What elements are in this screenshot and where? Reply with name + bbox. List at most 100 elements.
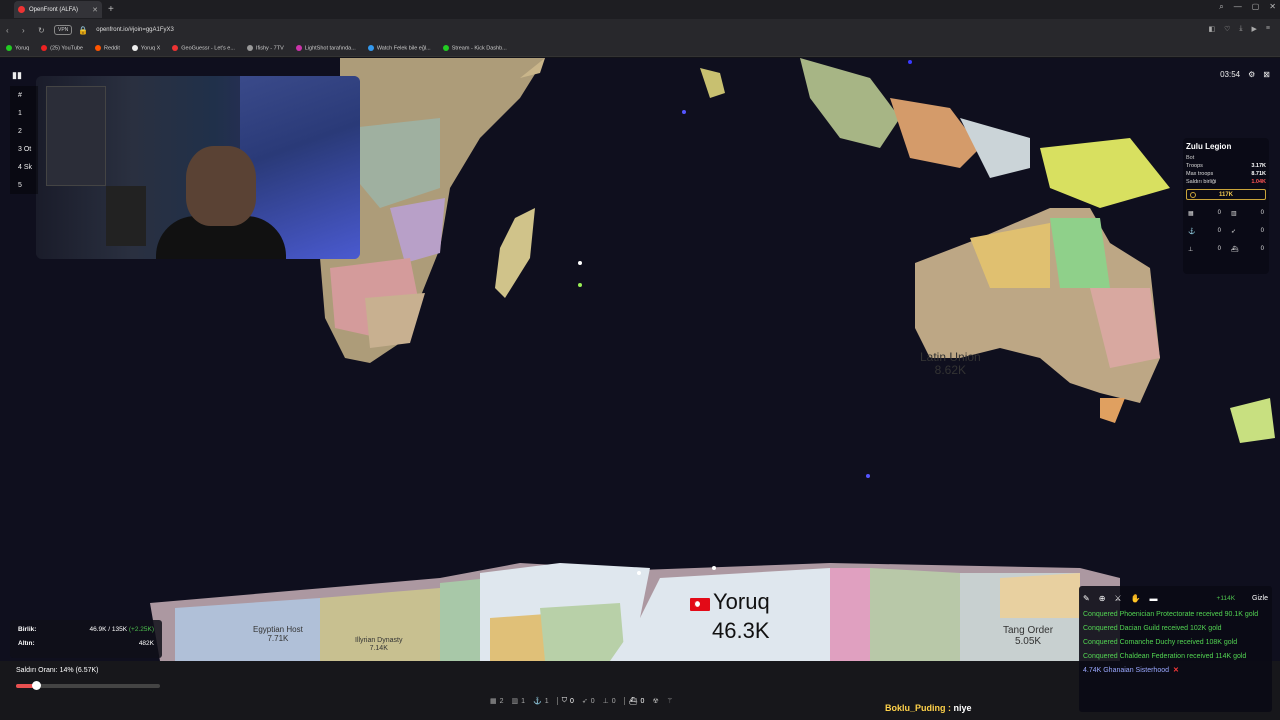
leaderboard-row[interactable]: 4 Sk (10, 158, 38, 176)
events-panel: ✎ ⊕ ⚔ ✋ ▬ +114K Gizle Conquered Phoenici… (1079, 586, 1272, 712)
chat-icon[interactable]: ▬ (1150, 594, 1158, 603)
chat-text: niye (953, 703, 972, 713)
player-panel-type: Bot (1186, 155, 1195, 161)
bookmarks-bar: Yoruq (25) YouTube Reddit Yoruq X GeoGue… (0, 41, 1280, 57)
back-icon[interactable]: ‹ (6, 26, 16, 35)
slider-knob[interactable] (32, 681, 42, 690)
leaderboard: # 1 2 3 Ot 4 Sk 5 (10, 86, 38, 216)
leaderboard-icon[interactable]: ▮▮ (12, 70, 22, 81)
camera-icon[interactable]: ◧ (1209, 25, 1216, 33)
browser-tab[interactable]: OpenFront (ALFA) ✕ (14, 1, 102, 18)
sam-icon: ⊥ (1188, 246, 1194, 253)
build-warship[interactable]: ⛴ 0 (623, 697, 644, 705)
forward-icon[interactable]: › (22, 26, 32, 35)
top-right-controls: 03:54 ⚙ ⊠ (1220, 70, 1270, 79)
menu-icon[interactable]: ≡ (1266, 25, 1270, 33)
shield-icon: ⛉ (561, 697, 567, 704)
address-bar: ‹ › ↻ VPN 🔒 openfront.io/#join=ggA1FyX3 … (0, 19, 1280, 41)
build-port[interactable]: ⚓ 1 (533, 697, 549, 706)
sword-icon[interactable]: ⚔ (1114, 594, 1121, 603)
anchor-icon: ⚓ (1188, 228, 1196, 235)
leaderboard-row[interactable]: 2 (10, 122, 38, 140)
warship-icon: ⛴ (1231, 246, 1239, 253)
bookmark-item[interactable]: Watch Felek bile eğl... (367, 45, 431, 52)
warship-count: ⛴ 0 (1231, 246, 1264, 253)
download-icon[interactable]: ⤓ (1239, 25, 1242, 33)
build-nuke[interactable]: ☢ (652, 697, 658, 705)
game-timer: 03:54 (1220, 70, 1241, 79)
bookmark-item[interactable]: Reddit (95, 45, 120, 52)
globe-icon[interactable]: ⊕ (1099, 594, 1106, 603)
port-count: ⚓ 0 (1188, 228, 1221, 235)
browser-tabbar: OpenFront (ALFA) ✕ + ⌕ — ▢ ✕ (0, 0, 1280, 19)
city-icon: ▦ (490, 698, 497, 705)
exit-icon[interactable]: ⊠ (1263, 70, 1270, 79)
close-window-icon[interactable]: ✕ (1269, 2, 1276, 12)
attack-ratio-slider[interactable] (16, 681, 160, 690)
build-city[interactable]: ▦ 2 (490, 697, 504, 706)
heart-icon[interactable]: ♡ (1224, 25, 1230, 33)
build-factory[interactable]: ▥ 1 (511, 697, 526, 706)
map-label-latin: Latin Union 8.62K (920, 350, 981, 377)
event-item: Conquered Comanche Duchy received 108K g… (1083, 639, 1238, 646)
pencil-icon[interactable]: ✎ (1083, 594, 1090, 603)
city-icon: ▦ (1188, 210, 1194, 217)
attack-ratio-label: Saldırı Oranı: 14% (6.57K) (16, 667, 99, 674)
nuke-icon: ☢ (652, 698, 659, 705)
gold-gain: +114K (1216, 594, 1236, 602)
factory-count: ▥ 0 (1231, 210, 1264, 217)
play-icon[interactable]: ▶ (1252, 25, 1257, 33)
leaderboard-row[interactable]: 1 (10, 104, 38, 122)
bookmark-item[interactable]: Stream - Kick Dashb... (442, 45, 507, 52)
url-field[interactable]: openfront.io/#join=ggA1FyX3 (96, 27, 174, 33)
stream-chat-message: Boklu_Puding : niye (885, 703, 972, 713)
bookmark-item[interactable]: Yoruq (6, 45, 29, 52)
anchor-icon: ⚓ (533, 698, 542, 705)
search-tabs-icon[interactable]: ⌕ (1219, 2, 1223, 12)
tab-title: OpenFront (ALFA) (29, 6, 79, 13)
leaderboard-row[interactable]: 5 (10, 176, 38, 194)
bookmark-item[interactable]: (25) YouTube (41, 45, 83, 52)
event-item: Conquered Phoenician Protectorate receiv… (1083, 611, 1259, 618)
missile-count: ➶ 0 (1231, 228, 1264, 235)
sam-count: ⊥ 0 (1188, 246, 1221, 253)
build-hydrogen[interactable]: ⚚ (667, 697, 673, 705)
event-item: Conquered Chaldean Federation received 1… (1083, 653, 1247, 660)
webcam-overlay (36, 76, 360, 259)
build-missile[interactable]: ➶ 0 (582, 697, 595, 706)
maximize-icon[interactable]: ▢ (1252, 2, 1260, 12)
coin-icon (1190, 192, 1196, 198)
map-label-tang: Tang Order 5.05K (1003, 625, 1054, 647)
leaderboard-row[interactable]: # (10, 86, 38, 104)
opera-icon (18, 6, 25, 13)
troops-row: Troops 3.17K (1186, 163, 1266, 169)
new-tab-icon[interactable]: + (108, 4, 114, 15)
reload-icon[interactable]: ↻ (38, 26, 48, 35)
vpn-badge[interactable]: VPN (54, 25, 73, 35)
build-sam[interactable]: ⊥ 0 (603, 697, 616, 706)
event-item-request: 4.74K Ghanaian Sisterhood ✕ (1083, 667, 1179, 674)
bookmark-item[interactable]: Ifishy - 7TV (246, 45, 284, 52)
factory-icon: ▥ (511, 698, 519, 705)
gold-badge: 117K (1186, 189, 1266, 200)
bookmark-item[interactable]: GeoGuessr - Let's e... (172, 45, 235, 52)
bookmark-item[interactable]: Yoruq X (131, 45, 160, 52)
build-defense[interactable]: ⛉ 0 (556, 697, 574, 705)
leaderboard-row[interactable]: 3 Ot (10, 140, 38, 158)
turkey-flag-icon (690, 598, 710, 611)
player-panel-name: Zulu Legion (1186, 142, 1232, 151)
settings-icon[interactable]: ⚙ (1248, 70, 1255, 79)
minimize-icon[interactable]: — (1234, 2, 1242, 12)
streamer-head (186, 146, 256, 226)
close-tab-icon[interactable]: ✕ (92, 6, 98, 14)
player-troops-label: 46.3K (712, 618, 770, 643)
close-icon[interactable]: ✕ (1173, 667, 1179, 674)
player-stats: Birlik: 46.9K / 135K (+2.25K) Altın: 482K (10, 620, 162, 658)
missile-icon: ➶ (1231, 228, 1237, 235)
player-info-panel: Zulu Legion Bot Troops 3.17K Max troops 8.… (1183, 138, 1269, 274)
warship-icon: ⛴ (628, 698, 638, 705)
bookmark-item[interactable]: LightShot tarafında... (295, 45, 356, 52)
attack-ratio: Saldırı Oranı: 14% (6.57K) (10, 663, 162, 697)
handshake-icon[interactable]: ✋ (1131, 594, 1141, 603)
hide-button[interactable]: Gizle (1252, 595, 1268, 602)
